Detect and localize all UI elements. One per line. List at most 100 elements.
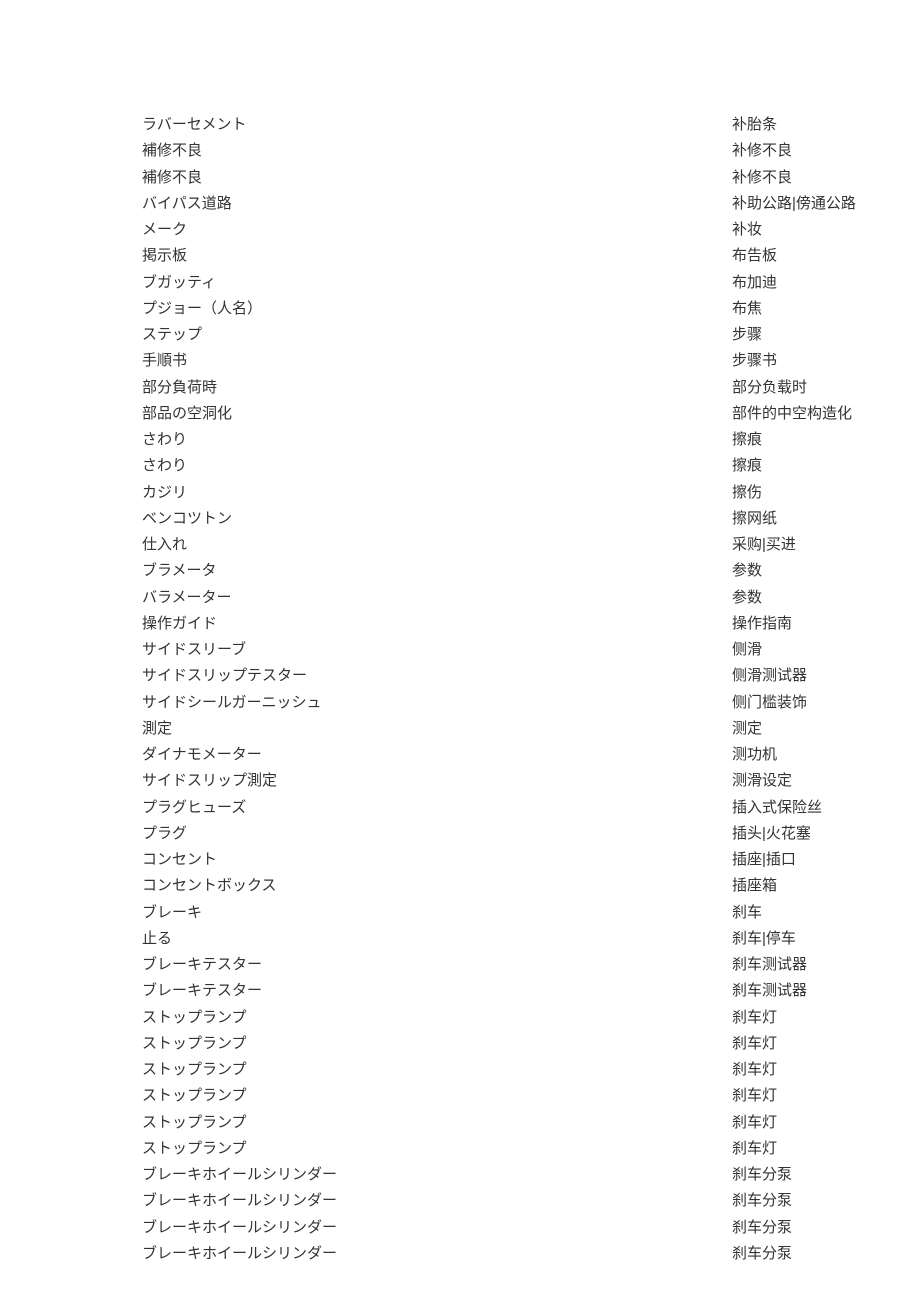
japanese-term: メーク: [142, 217, 732, 243]
chinese-term: 刹车分泵: [732, 1241, 885, 1267]
japanese-term: バイパス道路: [142, 191, 732, 217]
japanese-term: ブレーキホイールシリンダー: [142, 1162, 732, 1188]
japanese-term: 操作ガイド: [142, 611, 732, 637]
glossary-row: 操作ガイド操作指南: [142, 611, 885, 637]
japanese-term: プラグヒューズ: [142, 795, 732, 821]
chinese-term: 步骤: [732, 322, 885, 348]
chinese-term: 刹车分泵: [732, 1188, 885, 1214]
glossary-row: ステップ步骤: [142, 322, 885, 348]
japanese-term: ベンコツトン: [142, 506, 732, 532]
japanese-term: 補修不良: [142, 165, 732, 191]
chinese-term: 测功机: [732, 742, 885, 768]
glossary-row: ストップランプ刹车灯: [142, 1005, 885, 1031]
japanese-term: ブレーキホイールシリンダー: [142, 1241, 732, 1267]
chinese-term: 采购|买进: [732, 532, 885, 558]
japanese-term: ストップランプ: [142, 1136, 732, 1162]
chinese-term: 刹车灯: [732, 1031, 885, 1057]
chinese-term: 刹车测试器: [732, 952, 885, 978]
japanese-term: プラグ: [142, 821, 732, 847]
chinese-term: 擦痕: [732, 453, 885, 479]
glossary-row: ブレーキ刹车: [142, 900, 885, 926]
chinese-term: 补修不良: [732, 138, 885, 164]
chinese-term: 部分负载时: [732, 375, 885, 401]
glossary-row: コンセント插座|插口: [142, 847, 885, 873]
glossary-row: コンセントボックス插座箱: [142, 873, 885, 899]
chinese-term: 插座|插口: [732, 847, 885, 873]
glossary-row: ブレーキホイールシリンダー刹车分泵: [142, 1162, 885, 1188]
glossary-row: プジョー（人名）布焦: [142, 296, 885, 322]
glossary-row: ブレーキホイールシリンダー刹车分泵: [142, 1215, 885, 1241]
japanese-term: 仕入れ: [142, 532, 732, 558]
japanese-term: カジリ: [142, 480, 732, 506]
glossary-row: バラメーター参数: [142, 585, 885, 611]
japanese-term: ブラメータ: [142, 558, 732, 584]
japanese-term: ステップ: [142, 322, 732, 348]
glossary-row: ブレーキホイールシリンダー刹车分泵: [142, 1241, 885, 1267]
glossary-row: ブラメータ参数: [142, 558, 885, 584]
japanese-term: ブガッティ: [142, 270, 732, 296]
japanese-term: 手順书: [142, 348, 732, 374]
glossary-row: 止る刹车|停车: [142, 926, 885, 952]
japanese-term: サイドスリーブ: [142, 637, 732, 663]
chinese-term: 刹车测试器: [732, 978, 885, 1004]
glossary-row: 手順书步骤书: [142, 348, 885, 374]
chinese-term: 刹车灯: [732, 1057, 885, 1083]
chinese-term: 侧滑测试器: [732, 663, 885, 689]
japanese-term: コンセント: [142, 847, 732, 873]
glossary-row: サイドシールガーニッシュ侧门槛装饰: [142, 690, 885, 716]
glossary-row: 部分負荷時部分负载时: [142, 375, 885, 401]
glossary-row: ラバーセメント补胎条: [142, 112, 885, 138]
chinese-term: 侧滑: [732, 637, 885, 663]
chinese-term: 擦伤: [732, 480, 885, 506]
glossary-row: 補修不良补修不良: [142, 165, 885, 191]
japanese-term: ブレーキホイールシリンダー: [142, 1215, 732, 1241]
glossary-row: ブガッティ布加迪: [142, 270, 885, 296]
glossary-row: ベンコツトン擦网纸: [142, 506, 885, 532]
glossary-row: ストップランプ刹车灯: [142, 1031, 885, 1057]
chinese-term: 侧门槛装饰: [732, 690, 885, 716]
glossary-row: ストップランプ刹车灯: [142, 1110, 885, 1136]
glossary-row: プラグ插头|火花塞: [142, 821, 885, 847]
chinese-term: 布焦: [732, 296, 885, 322]
chinese-term: 刹车|停车: [732, 926, 885, 952]
glossary-row: ストップランプ刹车灯: [142, 1057, 885, 1083]
glossary-table: ラバーセメント补胎条補修不良补修不良補修不良补修不良バイパス道路补助公路|傍通公…: [142, 112, 885, 1267]
japanese-term: ストップランプ: [142, 1110, 732, 1136]
chinese-term: 插座箱: [732, 873, 885, 899]
glossary-row: 測定测定: [142, 716, 885, 742]
glossary-row: ダイナモメーター测功机: [142, 742, 885, 768]
chinese-term: 操作指南: [732, 611, 885, 637]
glossary-row: ストップランプ刹车灯: [142, 1083, 885, 1109]
glossary-row: ストップランプ刹车灯: [142, 1136, 885, 1162]
glossary-row: ブレーキホイールシリンダー刹车分泵: [142, 1188, 885, 1214]
chinese-term: 刹车分泵: [732, 1162, 885, 1188]
glossary-row: ブレーキテスター刹车测试器: [142, 952, 885, 978]
japanese-term: ラバーセメント: [142, 112, 732, 138]
japanese-term: 部品の空洞化: [142, 401, 732, 427]
chinese-term: 补助公路|傍通公路: [732, 191, 885, 217]
chinese-term: 测滑设定: [732, 768, 885, 794]
japanese-term: ストップランプ: [142, 1083, 732, 1109]
chinese-term: 刹车分泵: [732, 1215, 885, 1241]
glossary-row: 仕入れ采购|买进: [142, 532, 885, 558]
japanese-term: 掲示板: [142, 243, 732, 269]
glossary-row: メーク补妆: [142, 217, 885, 243]
chinese-term: 参数: [732, 585, 885, 611]
glossary-row: カジリ擦伤: [142, 480, 885, 506]
chinese-term: 补胎条: [732, 112, 885, 138]
glossary-row: 部品の空洞化部件的中空构造化: [142, 401, 885, 427]
chinese-term: 刹车灯: [732, 1005, 885, 1031]
chinese-term: 插头|火花塞: [732, 821, 885, 847]
japanese-term: ブレーキ: [142, 900, 732, 926]
japanese-term: さわり: [142, 427, 732, 453]
glossary-row: サイドスリップテスター侧滑测试器: [142, 663, 885, 689]
chinese-term: 补妆: [732, 217, 885, 243]
chinese-term: 步骤书: [732, 348, 885, 374]
japanese-term: バラメーター: [142, 585, 732, 611]
japanese-term: 測定: [142, 716, 732, 742]
chinese-term: 擦网纸: [732, 506, 885, 532]
glossary-row: バイパス道路补助公路|傍通公路: [142, 191, 885, 217]
glossary-row: サイドスリーブ侧滑: [142, 637, 885, 663]
glossary-row: サイドスリップ測定测滑设定: [142, 768, 885, 794]
chinese-term: 参数: [732, 558, 885, 584]
